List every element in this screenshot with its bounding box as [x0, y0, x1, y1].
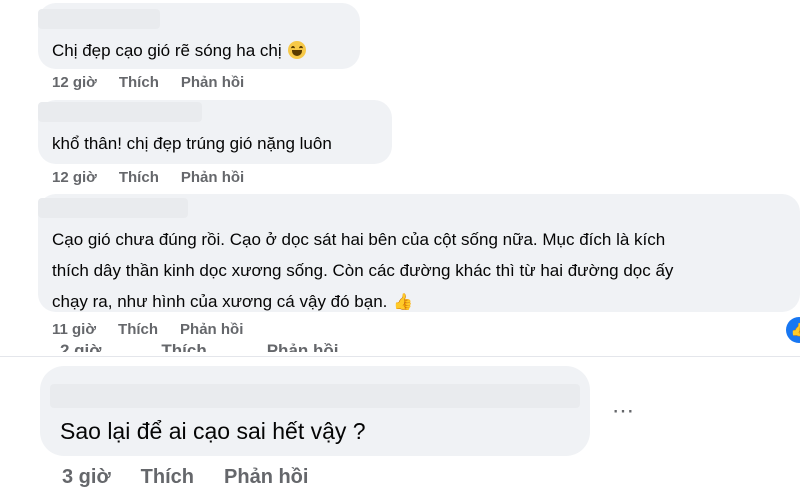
like-reaction-icon[interactable]: 👍	[786, 317, 800, 343]
commenter-name-redacted[interactable]	[38, 102, 202, 122]
screenshot-divider	[0, 356, 800, 357]
commenter-name-redacted[interactable]	[38, 198, 188, 218]
comment-text-3-line-1: Cạo gió chưa đúng rồi. Cạo ở dọc sát hai…	[52, 230, 666, 249]
comment-bubble-1: Chị đẹp cạo gió rẽ sóng ha chị	[38, 3, 360, 69]
comment-time[interactable]: 12 giờ	[52, 74, 97, 91]
comment-bubble-4: Sao lại để ai cạo sai hết vậy ?	[40, 366, 590, 456]
comment-text-3-line-3: chạy ra, như hình của xương cá vậy đó bạ…	[52, 286, 413, 318]
comment-time[interactable]: 12 giờ	[52, 169, 97, 186]
reply-button[interactable]: Phản hồi	[224, 466, 308, 489]
comment-time[interactable]: 3 giờ	[62, 466, 111, 489]
comment-text-1: Chị đẹp cạo gió rẽ sóng ha chị	[52, 35, 306, 66]
like-button[interactable]: Thích	[119, 169, 159, 186]
comment-meta-4: 3 giờ Thích Phản hồi	[62, 466, 308, 489]
like-button[interactable]: Thích	[141, 466, 194, 489]
comment-bubble-3: Cạo gió chưa đúng rồi. Cạo ở dọc sát hai…	[38, 194, 800, 312]
comment-meta-2: 12 giờ Thích Phản hồi	[52, 169, 244, 186]
thumbs-up-icon: 👍	[393, 294, 414, 311]
comment-meta-1: 12 giờ Thích Phản hồi	[52, 74, 244, 91]
more-options-icon[interactable]: ⋯	[612, 398, 635, 424]
comment-text-4: Sao lại để ai cạo sai hết vậy ?	[60, 418, 366, 444]
reply-button[interactable]: Phản hồi	[181, 169, 244, 186]
comment-meta-3: 11 giờ Thích Phản hồi	[52, 321, 243, 338]
cut-off-meta-row: 2 giờ Thích Phản hồi	[60, 342, 339, 352]
reply-button[interactable]: Phản hồi	[180, 321, 243, 338]
like-button[interactable]: Thích	[119, 74, 159, 91]
commenter-name-redacted[interactable]	[38, 9, 160, 29]
comment-text-3-line-2: thích dây thần kinh dọc xương sống. Còn …	[52, 261, 674, 280]
comment-text-2: khổ thân! chị đẹp trúng gió nặng luôn	[52, 134, 332, 153]
laughing-face-icon	[287, 41, 306, 59]
comment-bubble-2: khổ thân! chị đẹp trúng gió nặng luôn	[38, 100, 392, 164]
like-button[interactable]: Thích	[118, 321, 158, 338]
reply-button[interactable]: Phản hồi	[181, 74, 244, 91]
commenter-name-redacted[interactable]	[50, 384, 580, 408]
comment-time[interactable]: 11 giờ	[52, 321, 96, 338]
